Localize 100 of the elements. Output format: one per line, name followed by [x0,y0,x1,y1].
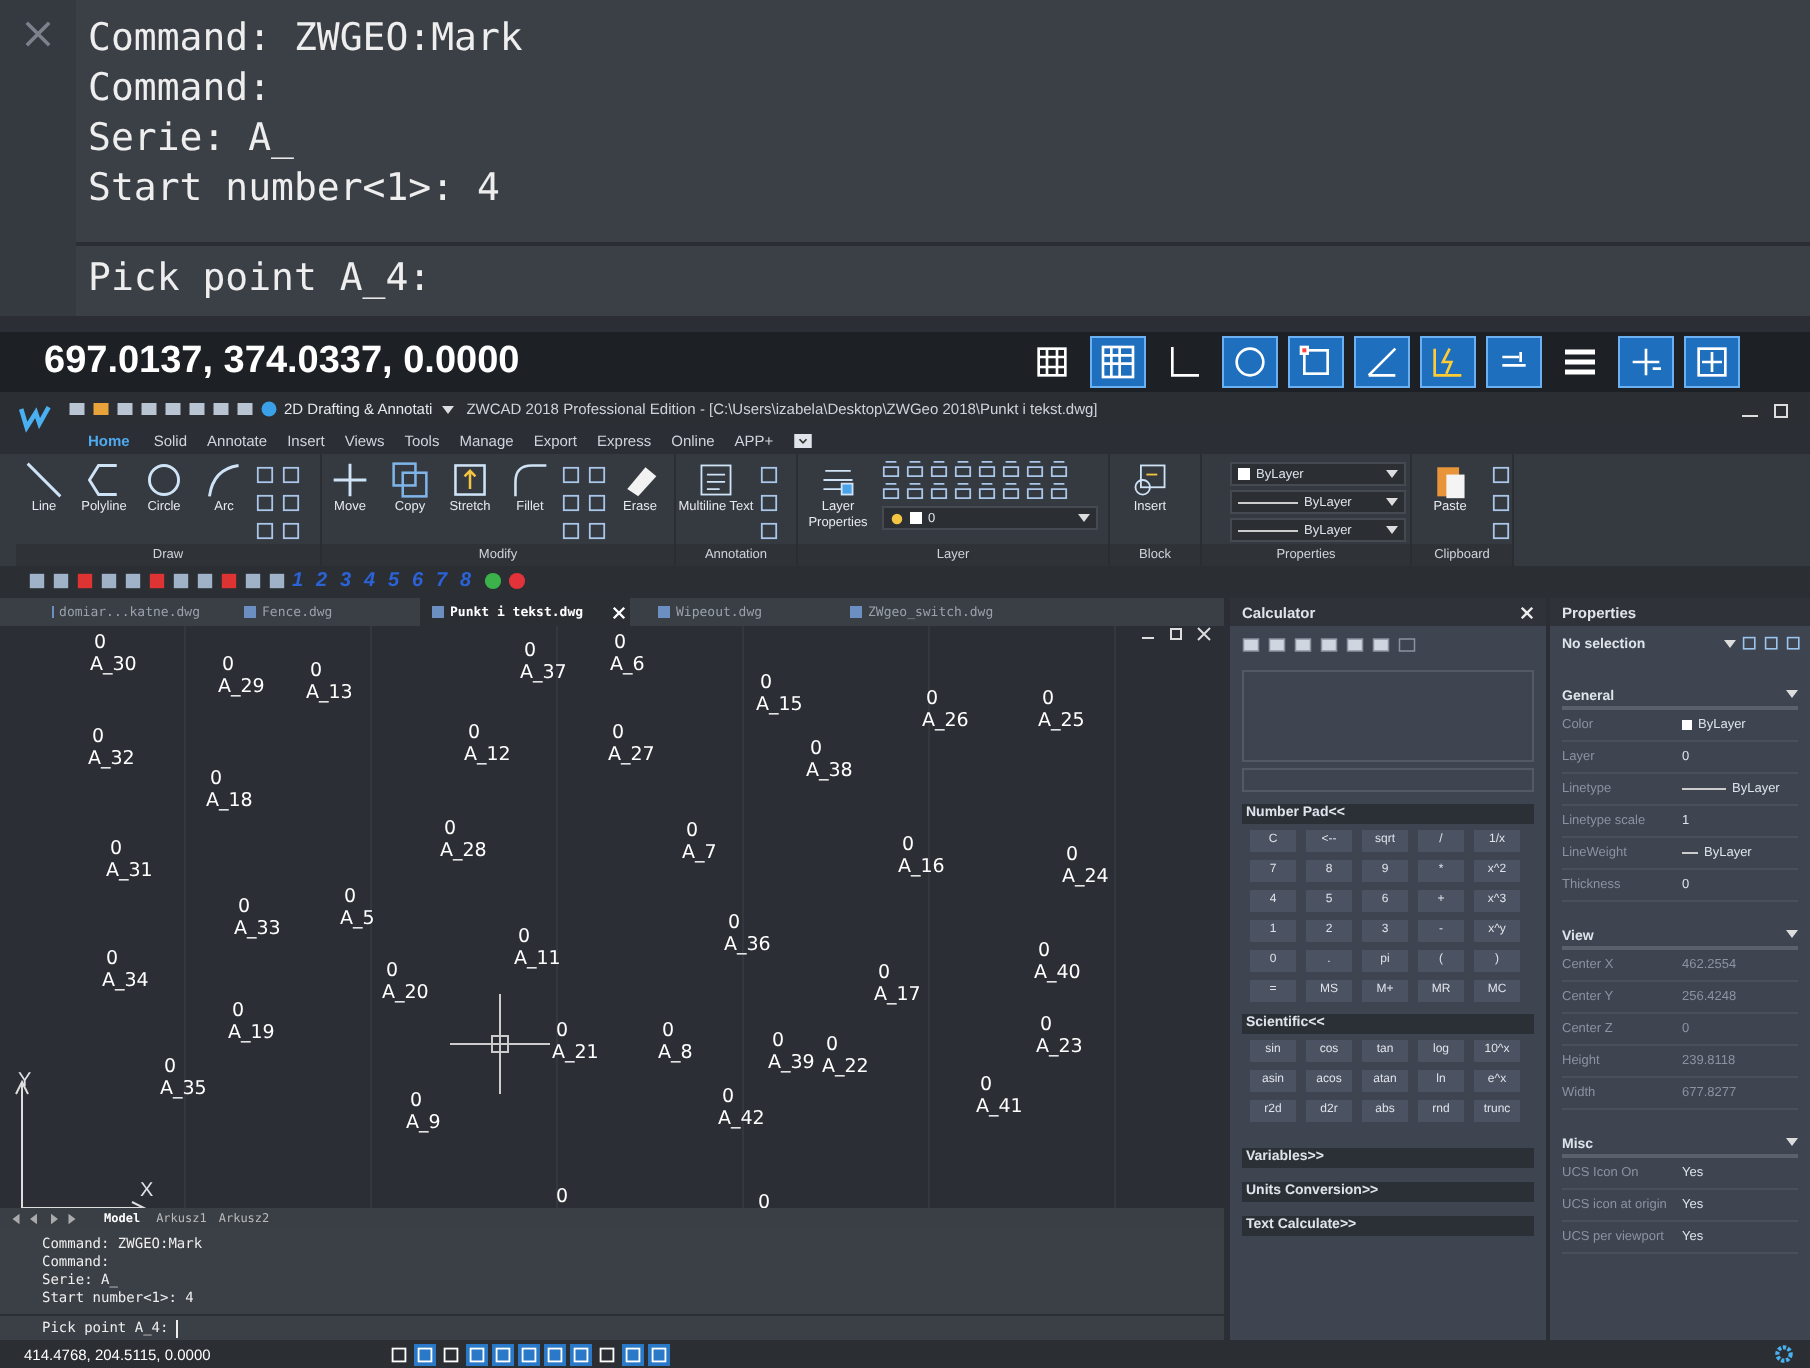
circle-icon [144,460,184,500]
point-elevation: 0 [770,1030,786,1052]
stretch-icon [450,460,490,500]
dropdown-caret-icon[interactable] [442,405,455,413]
point-elevation: 0 [220,654,236,676]
layer-tool-icon[interactable] [1026,482,1044,500]
point-label: A_32 [88,748,135,770]
point-elevation: 0 [230,1000,246,1022]
point-label: A_6 [610,654,645,676]
point-elevation: 0 [554,1186,570,1208]
ribbon-toggle-icon[interactable] [793,433,812,447]
move-icon [330,460,370,500]
point-label: A_30 [90,654,137,676]
command-history-line: Serie: A_ [88,114,296,164]
dropdown-caret-icon[interactable] [1078,514,1090,522]
point-label: A_22 [822,1056,869,1078]
point-elevation: 0 [554,1020,570,1042]
point-label: A_33 [234,918,281,940]
layer-tool-icon[interactable] [978,482,996,500]
command-prompt[interactable]: Pick point A_4: [88,254,1810,304]
point-label: A_11 [514,948,561,970]
point-label: A_5 [340,908,375,930]
point-label: A_15 [756,694,803,716]
collapse-caret-icon[interactable] [1786,930,1798,938]
command-history-line: Start number<1>: 4 [88,164,502,214]
point-elevation: 0 [442,818,458,840]
point-elevation: 0 [522,640,538,662]
layer-tool-icon[interactable] [1002,482,1020,500]
point-label: A_36 [724,934,771,956]
point-label: A_42 [718,1108,765,1130]
point-label: A_19 [228,1022,275,1044]
line-icon [24,460,64,500]
layer-tool-icon[interactable] [882,482,900,500]
point-elevation: 0 [108,838,124,860]
point-label: A_35 [160,1078,207,1100]
point-label: A_16 [898,856,945,878]
point-elevation: 0 [684,820,700,842]
layer-tool-icon[interactable] [978,460,996,478]
layer-tool-icon[interactable] [1002,460,1020,478]
point-elevation: 0 [308,660,324,682]
point-elevation: 0 [824,1034,840,1056]
dropdown-caret-icon[interactable] [1386,526,1398,534]
point-elevation: 0 [90,726,106,748]
dropdown-caret-icon[interactable] [1724,640,1736,648]
point-elevation: 0 [236,896,252,918]
collapse-caret-icon[interactable] [1786,1138,1798,1146]
layer-tool-icon[interactable] [906,482,924,500]
layer-tool-icon[interactable] [1050,460,1068,478]
layer-tool-icon[interactable] [882,460,900,478]
restore-button[interactable] [1168,626,1184,642]
layer-tool-icon[interactable] [954,460,972,478]
point-label: A_17 [874,984,921,1006]
point-elevation: 0 [758,672,774,694]
point-label: A_29 [218,676,265,698]
arc-icon [204,460,244,500]
dropdown-caret-icon[interactable] [1386,470,1398,478]
power-icon[interactable] [484,571,502,589]
close-button[interactable] [1520,605,1534,619]
settings-icon[interactable] [1774,1344,1794,1364]
point-label: A_25 [1038,710,1085,732]
axis-label: Y [18,1070,32,1092]
layer-tool-icon[interactable] [930,460,948,478]
point-label: A_26 [922,710,969,732]
text-box-icon [696,460,736,500]
point-elevation: 0 [384,960,400,982]
insert-block-icon [1130,460,1170,500]
layer-tool-icon[interactable] [906,460,924,478]
point-elevation: 0 [808,738,824,760]
point-label: A_34 [102,970,149,992]
restore-button[interactable] [1774,401,1790,417]
point-label: A_7 [682,842,717,864]
point-label: A_18 [206,790,253,812]
point-elevation: 0 [924,688,940,710]
layer-tool-icon[interactable] [954,482,972,500]
point-label: A_39 [768,1052,815,1074]
point-elevation: 0 [1040,688,1056,710]
point-elevation: 0 [726,912,742,934]
point-elevation: 0 [612,632,628,654]
copy-icon [390,460,430,500]
layer-tool-icon[interactable] [1050,482,1068,500]
point-label: A_28 [440,840,487,862]
point-elevation: 0 [342,886,358,908]
point-label: A_37 [520,662,567,684]
stop-icon[interactable] [508,571,526,589]
crosshair-cursor [450,994,550,1094]
layer-tool-icon[interactable] [930,482,948,500]
coordinates: 697.0137, 374.0337, 0.0000 [44,340,522,384]
dropdown-caret-icon[interactable] [1386,498,1398,506]
point-label: A_24 [1062,866,1109,888]
point-label: A_40 [1034,962,1081,984]
point-elevation: 0 [162,1056,178,1078]
tab-navigation-arrows[interactable] [8,1211,80,1225]
globe-icon [260,400,278,418]
command-history-line: Command: ZWGEO:Mark [88,14,525,64]
point-elevation: 0 [92,632,108,654]
point-elevation: 0 [756,1192,772,1208]
layer-tool-icon[interactable] [1026,460,1044,478]
close-button[interactable] [1196,626,1212,642]
collapse-caret-icon[interactable] [1786,690,1798,698]
point-elevation: 0 [876,962,892,984]
